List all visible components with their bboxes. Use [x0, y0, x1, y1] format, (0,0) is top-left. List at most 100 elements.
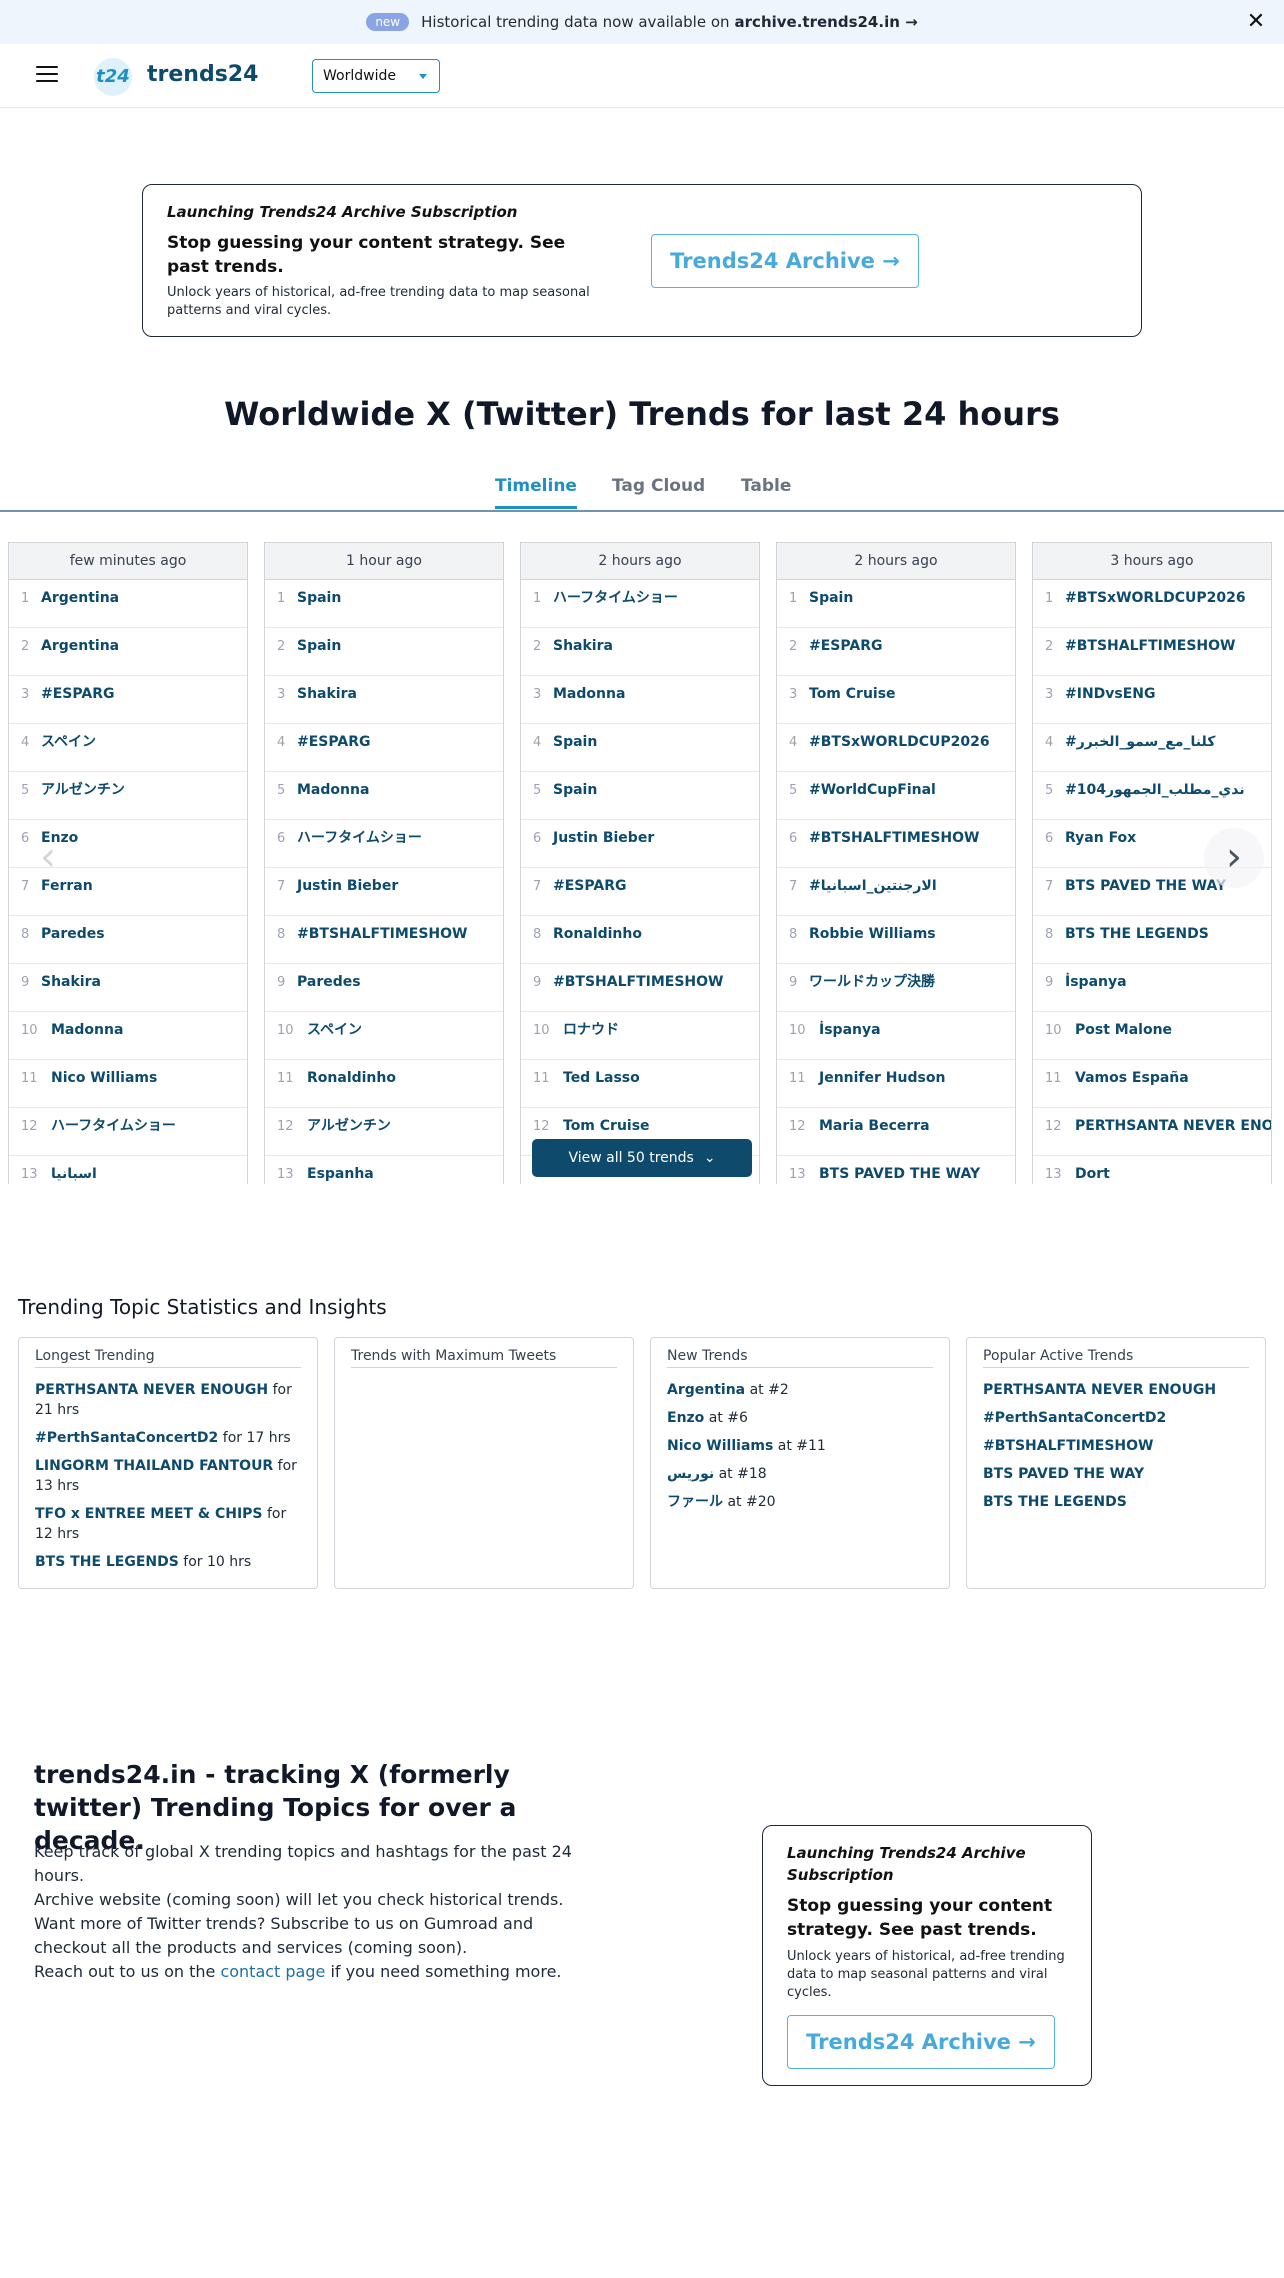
- trend-link[interactable]: Post Malone: [1075, 1022, 1172, 1038]
- trend-row: 2 Spain: [265, 628, 503, 676]
- trend-link[interactable]: BTS PAVED THE WAY: [983, 1466, 1144, 1482]
- trend-link[interactable]: Argentina: [667, 1382, 745, 1398]
- trend-link[interactable]: Spain: [553, 734, 597, 750]
- trend-link[interactable]: Shakira: [297, 686, 357, 702]
- trend-link[interactable]: Madonna: [297, 782, 369, 798]
- trend-link[interactable]: Vamos España: [1075, 1070, 1189, 1086]
- close-icon[interactable]: ✕: [1242, 8, 1270, 36]
- trend-link[interactable]: #الارجنتين_اسبانيا: [809, 878, 937, 894]
- trend-link[interactable]: Spain: [809, 590, 853, 606]
- trend-rank: 7: [1045, 879, 1054, 894]
- trend-link[interactable]: Paredes: [297, 974, 361, 990]
- trend-link[interactable]: İspanya: [819, 1022, 881, 1038]
- trend-link[interactable]: #WorldCupFinal: [809, 782, 936, 798]
- trend-link[interactable]: BTS PAVED THE WAY: [819, 1166, 980, 1182]
- trend-link[interactable]: BTS THE LEGENDS: [1065, 926, 1209, 942]
- trend-link[interactable]: #BTSxWORLDCUP2026: [1065, 590, 1246, 606]
- trend-link[interactable]: Justin Bieber: [553, 830, 654, 846]
- trend-link[interactable]: #BTSxWORLDCUP2026: [809, 734, 990, 750]
- trend-link[interactable]: Justin Bieber: [297, 878, 398, 894]
- tab-timeline[interactable]: Timeline: [495, 476, 577, 509]
- trend-link[interactable]: Argentina: [41, 590, 119, 606]
- trend-link[interactable]: Shakira: [41, 974, 101, 990]
- view-all-trends-button[interactable]: View all 50 trends ⌄: [532, 1139, 752, 1177]
- trend-link[interactable]: ハーフタイムショー: [553, 590, 678, 606]
- trend-row: 3 #ESPARG: [9, 676, 247, 724]
- trend-link[interactable]: Jennifer Hudson: [819, 1070, 945, 1086]
- trend-link[interactable]: Maria Becerra: [819, 1118, 930, 1134]
- banner-archive-link[interactable]: archive.trends24.in →: [735, 13, 918, 31]
- trend-link[interactable]: Ronaldinho: [307, 1070, 396, 1086]
- trend-link[interactable]: スペイン: [307, 1022, 362, 1038]
- trend-link[interactable]: PERTHSANTA NEVER ENOUGH: [1075, 1118, 1271, 1134]
- contact-page-link[interactable]: contact page: [220, 1962, 325, 1981]
- trend-link[interactable]: #INDvsENG: [1065, 686, 1156, 702]
- trend-link[interactable]: Paredes: [41, 926, 105, 942]
- trend-link[interactable]: Nico Williams: [667, 1438, 773, 1454]
- logo-text[interactable]: trends24: [147, 62, 258, 87]
- trend-link[interactable]: Argentina: [41, 638, 119, 654]
- trend-link[interactable]: BTS THE LEGENDS: [983, 1494, 1127, 1510]
- trend-link[interactable]: نوريس: [667, 1466, 714, 1482]
- trend-link[interactable]: ハーフタイムショー: [297, 830, 422, 846]
- archive-promo-card-secondary: Launching Trends24 Archive Subscription …: [762, 1825, 1092, 2086]
- trend-link[interactable]: #PerthSantaConcertD2: [35, 1430, 218, 1446]
- region-select[interactable]: Worldwide: [312, 59, 440, 93]
- trend-link[interactable]: #BTSHALFTIMESHOW: [1065, 638, 1235, 654]
- trend-link[interactable]: アルゼンチン: [41, 782, 125, 798]
- trend-link[interactable]: Spain: [553, 782, 597, 798]
- trend-link[interactable]: BTS PAVED THE WAY: [1065, 878, 1226, 894]
- logo-icon[interactable]: t24: [94, 58, 132, 96]
- trend-link[interactable]: Madonna: [51, 1022, 123, 1038]
- trend-link[interactable]: スペイン: [41, 734, 96, 750]
- trend-link[interactable]: Dort: [1075, 1166, 1110, 1182]
- trend-link[interactable]: Espanha: [307, 1166, 374, 1182]
- trend-link[interactable]: #ESPARG: [297, 734, 370, 750]
- trend-link[interactable]: Shakira: [553, 638, 613, 654]
- trend-link[interactable]: アルゼンチン: [307, 1118, 391, 1134]
- chevron-left-icon[interactable]: ‹: [18, 828, 78, 888]
- trend-link[interactable]: Nico Williams: [51, 1070, 157, 1086]
- trend-link[interactable]: PERTHSANTA NEVER ENOUGH: [35, 1382, 268, 1398]
- timeline-column: 2 hours ago 1 Spain 2 #ESPARG 3 Tom Cruise 4 #BT…: [776, 542, 1016, 1184]
- trend-link[interactable]: İspanya: [1065, 974, 1127, 990]
- trend-link[interactable]: ロナウド: [563, 1022, 619, 1038]
- trend-link[interactable]: BTS THE LEGENDS: [35, 1554, 179, 1570]
- trend-link[interactable]: #PerthSantaConcertD2: [983, 1410, 1166, 1426]
- trend-link[interactable]: #BTSHALFTIMESHOW: [809, 830, 979, 846]
- trend-link[interactable]: LINGORM THAILAND FANTOUR: [35, 1458, 273, 1474]
- trend-row: 8 BTS THE LEGENDS: [1033, 916, 1271, 964]
- chevron-right-icon[interactable]: ›: [1204, 828, 1264, 888]
- trend-rank: 7: [277, 879, 286, 894]
- trend-link[interactable]: #ESPARG: [553, 878, 626, 894]
- trend-link[interactable]: PERTHSANTA NEVER ENOUGH: [983, 1382, 1216, 1398]
- trend-link[interactable]: ワールドカップ決勝: [809, 974, 935, 990]
- trend-link[interactable]: Enzo: [667, 1410, 704, 1426]
- trend-link[interactable]: Ronaldinho: [553, 926, 642, 942]
- trend-link[interactable]: #BTSHALFTIMESHOW: [297, 926, 467, 942]
- trend-link[interactable]: #كلنا_مع_سمو_الخبرر: [1065, 734, 1215, 750]
- trend-link[interactable]: Tom Cruise: [563, 1118, 650, 1134]
- trend-link[interactable]: #104ندي_مطلب_الجمهور: [1065, 782, 1245, 798]
- trend-link[interactable]: #BTSHALFTIMESHOW: [553, 974, 723, 990]
- trend-link[interactable]: Tom Cruise: [809, 686, 896, 702]
- trend-link[interactable]: #ESPARG: [41, 686, 114, 702]
- tab-tag-cloud[interactable]: Tag Cloud: [612, 476, 705, 506]
- trend-link[interactable]: ファール: [667, 1494, 723, 1510]
- trend-link[interactable]: TFO x ENTREE MEET & CHIPS: [35, 1506, 263, 1522]
- trend-link[interactable]: Spain: [297, 590, 341, 606]
- hamburger-icon[interactable]: [36, 66, 58, 84]
- trend-link[interactable]: Ryan Fox: [1065, 830, 1136, 846]
- archive-button[interactable]: Trends24 Archive →: [651, 234, 919, 288]
- trend-link[interactable]: Robbie Williams: [809, 926, 936, 942]
- trend-link[interactable]: اسبانيا: [51, 1166, 97, 1182]
- trend-link[interactable]: #BTSHALFTIMESHOW: [983, 1438, 1153, 1454]
- trend-link[interactable]: ハーフタイムショー: [51, 1118, 176, 1134]
- archive-button[interactable]: Trends24 Archive →: [787, 2015, 1055, 2069]
- about-line: Keep track of global X trending topics a…: [34, 1842, 572, 1885]
- trend-link[interactable]: #ESPARG: [809, 638, 882, 654]
- trend-link[interactable]: Spain: [297, 638, 341, 654]
- trend-link[interactable]: Madonna: [553, 686, 625, 702]
- tab-table[interactable]: Table: [741, 476, 791, 506]
- trend-link[interactable]: Ted Lasso: [563, 1070, 640, 1086]
